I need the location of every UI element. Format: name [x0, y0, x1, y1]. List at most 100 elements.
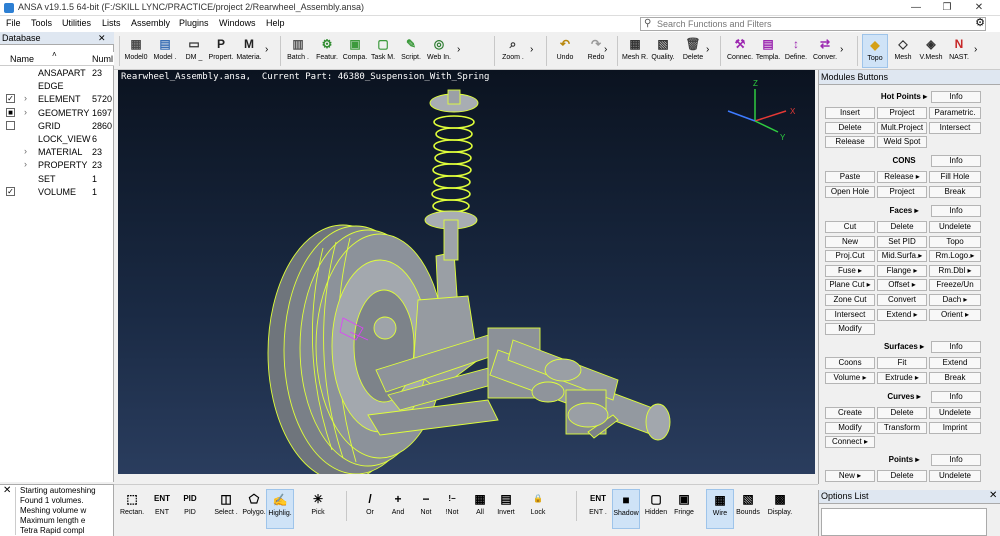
module-button[interactable]: Fuse ▸	[825, 264, 875, 277]
toolbar-script-button[interactable]: ✎ Script.	[398, 34, 424, 68]
toolbar-vmesh-button[interactable]: ◈ V.Mesh	[918, 34, 944, 68]
module-info-button[interactable]: Info	[931, 391, 981, 403]
module-button[interactable]: Zone Cut	[825, 294, 875, 306]
module-info-button[interactable]: Info	[931, 205, 981, 217]
module-button[interactable]: Create	[825, 407, 875, 419]
module-button[interactable]: Plane Cut ▸	[825, 279, 875, 292]
toolbar-zoom-button[interactable]: ⌕ Zoom .	[500, 34, 526, 68]
bottom-rectangle-select-button[interactable]: ⬚ Rectan.	[118, 489, 146, 529]
bottom-pid-button[interactable]: PID PID	[176, 489, 204, 529]
console-close-icon[interactable]: ✕	[3, 485, 11, 496]
module-button[interactable]: Intersect	[929, 121, 981, 134]
module-button[interactable]: Delete	[877, 221, 927, 233]
bottom-pick-button[interactable]: ✳ Pick	[304, 489, 332, 529]
row-checkbox[interactable]: ■	[6, 107, 15, 117]
module-button[interactable]: Insert	[825, 107, 875, 119]
database-row[interactable]: GRID 2860	[0, 120, 114, 133]
bottom-hidden-button[interactable]: ▢ Hidden	[642, 489, 670, 529]
bottom-lock-button[interactable]: 🔒 Lock	[524, 489, 552, 529]
module-button[interactable]: Extend	[929, 357, 981, 369]
toolbar-dm-button[interactable]: ▭ DM _	[181, 34, 207, 68]
options-list-body[interactable]	[821, 508, 987, 536]
module-button[interactable]: Proj.Cut	[825, 250, 875, 263]
bottom-inot-button[interactable]: !− !Not	[438, 489, 466, 529]
module-button[interactable]: Modify	[825, 323, 875, 336]
module-button[interactable]: Fit	[877, 357, 927, 369]
toolbar-mesh-button[interactable]: ◇ Mesh	[890, 34, 916, 68]
module-info-button[interactable]: Info	[931, 155, 981, 167]
bottom-and-button[interactable]: + And	[384, 489, 412, 529]
module-button[interactable]: Open Hole	[825, 185, 875, 198]
module-info-button[interactable]: Info	[931, 454, 981, 466]
search-box[interactable]: ⚲ Search Functions and Filters	[640, 17, 986, 31]
expand-chevron-icon[interactable]: ›	[24, 107, 27, 117]
row-checkbox[interactable]: ✓	[6, 94, 15, 104]
module-button[interactable]: Break	[929, 185, 981, 198]
menu-help[interactable]: Help	[266, 18, 285, 28]
bottom-all-button[interactable]: ▦ All	[466, 489, 494, 529]
3d-viewport[interactable]: Rearwheel_Assembly.ansa, Current Part: 4…	[118, 70, 815, 474]
module-button[interactable]: Intersect	[825, 308, 875, 321]
expand-chevron-icon[interactable]: ›	[24, 159, 27, 169]
module-button[interactable]: Convert	[877, 294, 927, 306]
module-button[interactable]: Flange ▸	[877, 264, 927, 277]
bottom-highlight-button[interactable]: ✍ Highlig.	[266, 489, 294, 529]
module-button[interactable]: Cut	[825, 221, 875, 233]
toolbar-template-button[interactable]: ▤ Templa.	[755, 34, 781, 68]
module-button[interactable]: Rm.Dbl ▸	[929, 264, 981, 277]
expand-chevron-icon[interactable]: ›	[24, 146, 27, 156]
module-button[interactable]: Paste	[825, 171, 875, 183]
more-chevron-icon[interactable]: ›	[840, 44, 843, 55]
module-button[interactable]: Weld Spot	[877, 136, 927, 149]
minimize-icon[interactable]: —	[905, 1, 927, 14]
menu-file[interactable]: File	[6, 18, 21, 28]
module-button[interactable]: Release	[825, 136, 875, 149]
module-button[interactable]: Mult.Project	[877, 121, 927, 134]
module-button[interactable]: New	[825, 235, 875, 248]
module-button[interactable]: Project	[877, 185, 927, 198]
database-row[interactable]: SET 1	[0, 173, 114, 186]
database-row[interactable]: EDGE	[0, 80, 114, 93]
module-button[interactable]: Undelete	[929, 407, 981, 419]
column-header-number[interactable]: Numl	[92, 54, 113, 64]
bottom-bounds-button[interactable]: ▧ Bounds	[734, 489, 762, 529]
module-button[interactable]: Imprint	[929, 421, 981, 434]
module-button[interactable]: Extrude ▸	[877, 371, 927, 384]
bottom-shadow-button[interactable]: ■ Shadow	[612, 489, 640, 529]
toolbar-task-button[interactable]: ▢ Task M.	[370, 34, 396, 68]
menu-tools[interactable]: Tools	[31, 18, 52, 28]
module-button[interactable]: Delete	[877, 407, 927, 419]
module-button[interactable]: Delete	[825, 121, 875, 134]
database-row[interactable]: › PROPERTY 23	[0, 159, 114, 172]
menu-lists[interactable]: Lists	[102, 18, 121, 28]
bottom-display-button[interactable]: ▩ Display.	[766, 489, 794, 529]
module-button[interactable]: Undelete	[929, 221, 981, 233]
dock-close-icon[interactable]: ✕	[98, 33, 106, 44]
bottom-ent-button[interactable]: ENT ENT	[148, 489, 176, 529]
more-chevron-icon[interactable]: ›	[457, 44, 460, 55]
module-button[interactable]: Break	[929, 371, 981, 384]
module-button[interactable]: Topo	[929, 235, 981, 248]
toolbar-quality-button[interactable]: ▧ Quality.	[650, 34, 676, 68]
more-chevron-icon[interactable]: ›	[265, 44, 268, 55]
module-button[interactable]: Set PID	[877, 235, 927, 248]
maximize-icon[interactable]: ❐	[936, 1, 958, 14]
more-chevron-icon[interactable]: ›	[974, 44, 977, 55]
module-button[interactable]: Undelete	[929, 470, 981, 482]
module-button[interactable]: Release ▸	[877, 171, 927, 183]
module-info-button[interactable]: Info	[931, 341, 981, 353]
toolbar-grid-button[interactable]: ▦ Model0	[123, 34, 149, 68]
toolbar-nast-button[interactable]: N NAST.	[946, 34, 972, 68]
menu-windows[interactable]: Windows	[219, 18, 256, 28]
database-row[interactable]: ■ › GEOMETRY 1697	[0, 107, 114, 120]
module-button[interactable]: Dach ▸	[929, 294, 981, 306]
bottom-not-button[interactable]: − Not	[412, 489, 440, 529]
options-close-icon[interactable]: ✕	[989, 490, 997, 501]
toolbar-mesh-r-button[interactable]: ▦ Mesh R.	[622, 34, 648, 68]
toolbar-batch-button[interactable]: ▥ Batch .	[285, 34, 311, 68]
module-button[interactable]: Parametric.	[929, 107, 981, 119]
module-button[interactable]: Offset ▸	[877, 279, 927, 292]
bottom-select-button[interactable]: ◫ Select .	[212, 489, 240, 529]
bottom-or-button[interactable]: / Or	[356, 489, 384, 529]
module-button[interactable]: New ▸	[825, 470, 875, 482]
